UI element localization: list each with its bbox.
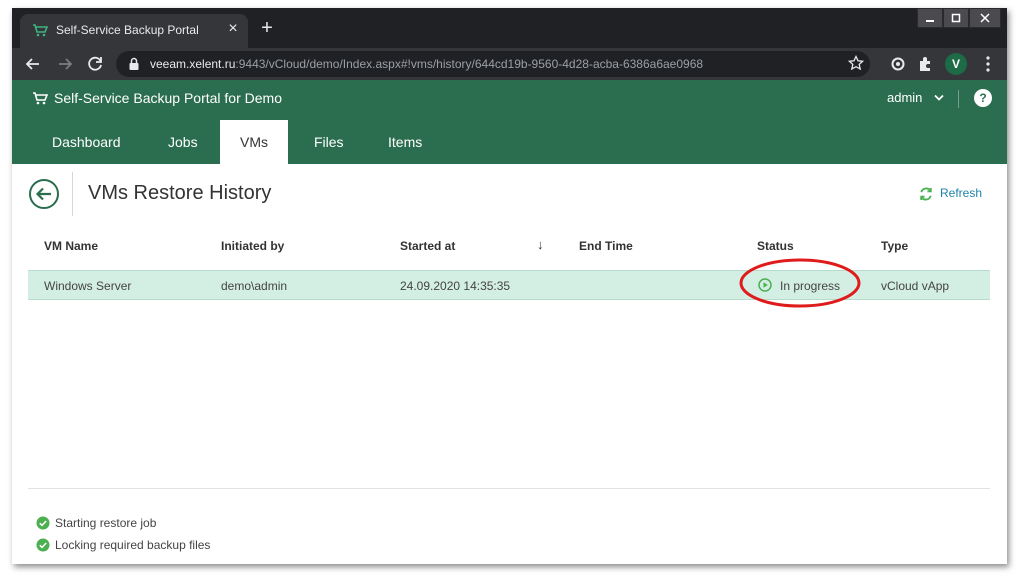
back-circle-icon[interactable] [28, 178, 60, 210]
browser-toolbar: veeam.xelent.ru:9443/vCloud/demo/Index.a… [12, 48, 1007, 80]
new-tab-icon[interactable]: + [256, 18, 278, 40]
tab-strip: Self-Service Backup Portal × + [12, 8, 1007, 48]
window-maximize-button[interactable] [943, 8, 969, 28]
cell-vm-name: Windows Server [44, 279, 132, 293]
puzzle-icon[interactable] [916, 54, 936, 74]
title-divider [72, 172, 73, 216]
refresh-icon [920, 187, 932, 201]
tab-dashboard[interactable]: Dashboard [32, 120, 141, 164]
column-end-time[interactable]: End Time [579, 239, 633, 253]
column-type[interactable]: Type [881, 239, 908, 253]
cell-started-at: 24.09.2020 14:35:35 [400, 279, 511, 293]
forward-arrow-icon[interactable] [54, 53, 76, 75]
cell-type: vCloud vApp [881, 279, 950, 293]
url-host: veeam.xelent.ru [150, 57, 236, 71]
user-menu[interactable]: admin [887, 90, 922, 105]
tab-files[interactable]: Files [294, 120, 364, 164]
header-divider [958, 90, 959, 108]
more-vertical-icon[interactable] [978, 54, 998, 74]
lock-icon [129, 57, 139, 70]
profile-avatar[interactable]: V [945, 53, 967, 75]
app-header: Self-Service Backup Portal for Demo admi… [12, 80, 1007, 164]
url-path: :9443/vCloud/demo/Index.aspx#!vms/histor… [235, 57, 704, 71]
column-started-at[interactable]: Started at [400, 239, 455, 253]
check-circle-icon [36, 538, 50, 552]
log-text: Locking required backup files [55, 538, 211, 552]
column-initiated-by[interactable]: Initiated by [221, 239, 284, 253]
page-title: VMs Restore History [88, 182, 272, 204]
cell-initiated-by: demo\admin [221, 279, 288, 293]
window-minimize-button[interactable] [917, 8, 943, 28]
help-icon[interactable]: ? [974, 89, 992, 107]
cart-icon [33, 24, 48, 37]
tab-title: Self-Service Backup Portal [56, 23, 199, 37]
chevron-down-icon[interactable] [934, 94, 944, 102]
browser-tab[interactable]: Self-Service Backup Portal × [20, 14, 248, 48]
column-status[interactable]: Status [757, 239, 794, 253]
bookmark-star-icon[interactable] [848, 55, 864, 71]
maximize-icon [951, 13, 961, 23]
minimize-icon [926, 20, 934, 22]
log-text: Starting restore job [55, 516, 157, 530]
back-arrow-icon[interactable] [22, 53, 44, 75]
app-title: Self-Service Backup Portal for Demo [54, 90, 282, 106]
log-divider [28, 488, 990, 489]
sort-down-icon[interactable]: ↓ [537, 237, 544, 252]
window-close-button[interactable] [969, 8, 1001, 28]
close-icon [980, 13, 990, 23]
reload-icon[interactable] [84, 53, 106, 75]
column-vm-name[interactable]: VM Name [44, 239, 98, 253]
highlight-ellipse [739, 258, 861, 308]
url-text: veeam.xelent.ru:9443/vCloud/demo/Index.a… [150, 57, 703, 71]
address-bar[interactable]: veeam.xelent.ru:9443/vCloud/demo/Index.a… [116, 51, 870, 77]
tab-items[interactable]: Items [368, 120, 442, 164]
cart-logo-icon [33, 92, 48, 105]
tab-jobs[interactable]: Jobs [148, 120, 218, 164]
browser-window: Self-Service Backup Portal × + veeam.xel… [12, 8, 1007, 564]
refresh-label: Refresh [940, 186, 983, 200]
tab-vms[interactable]: VMs [220, 120, 288, 164]
check-circle-icon [36, 516, 50, 530]
tab-close-icon[interactable]: × [224, 20, 242, 38]
extension-icon[interactable] [888, 54, 908, 74]
